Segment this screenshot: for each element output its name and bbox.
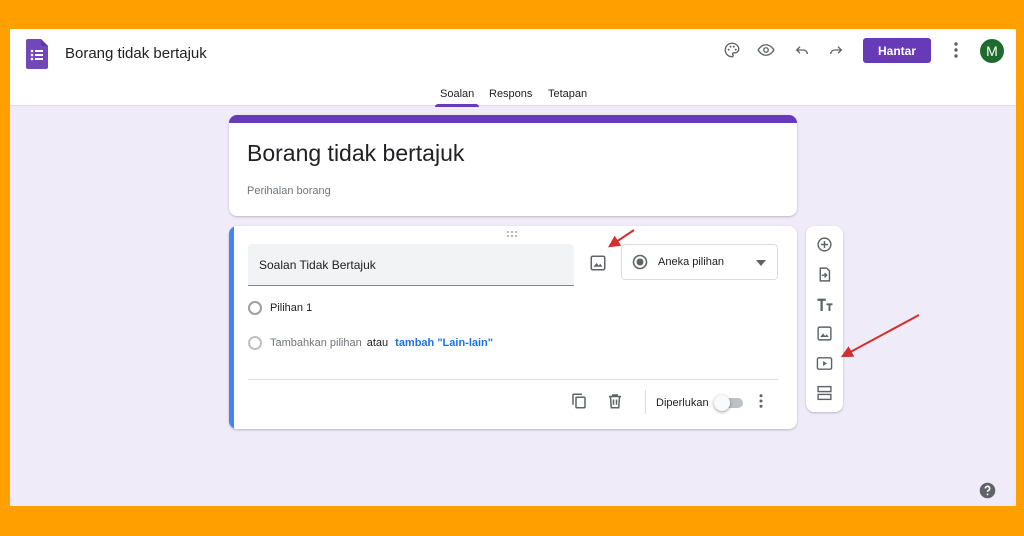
- avatar[interactable]: M: [980, 39, 1004, 63]
- tab-bar: Soalan Respons Tetapan: [10, 86, 1016, 107]
- more-vert-icon[interactable]: [752, 392, 770, 410]
- more-vert-icon[interactable]: [945, 39, 967, 61]
- palette-icon[interactable]: [721, 39, 743, 61]
- tab-tetapan[interactable]: Tetapan: [548, 88, 587, 106]
- delete-icon[interactable]: [606, 392, 624, 410]
- drag-handle-icon[interactable]: [506, 230, 520, 238]
- tab-respons[interactable]: Respons: [489, 88, 532, 106]
- question-title-input[interactable]: Soalan Tidak Bertajuk: [248, 244, 574, 286]
- form-title[interactable]: Borang tidak bertajuk: [247, 140, 464, 167]
- question-type-dropdown[interactable]: Aneka pilihan: [621, 244, 778, 280]
- redo-icon[interactable]: [825, 39, 847, 61]
- question-type-label: Aneka pilihan: [658, 256, 725, 268]
- add-option-field[interactable]: Tambahkan pilihan: [270, 337, 362, 349]
- duplicate-icon[interactable]: [570, 392, 588, 410]
- form-title-card[interactable]: Borang tidak bertajuk Perihalan borang: [229, 115, 797, 216]
- list-item: Pilihan 1: [248, 299, 312, 317]
- chevron-down-icon: [756, 260, 766, 266]
- radio-button-icon: [632, 254, 648, 270]
- radio-circle-icon: [248, 301, 262, 315]
- add-other-link[interactable]: tambah "Lain-lain": [395, 337, 493, 349]
- radio-circle-icon: [248, 336, 262, 350]
- add-section-icon[interactable]: [815, 383, 834, 402]
- help-icon[interactable]: [979, 482, 996, 499]
- divider: [248, 379, 778, 380]
- app-header: Borang tidak bertajuk Hantar M Soalan Re…: [10, 29, 1016, 107]
- add-question-icon[interactable]: [815, 235, 834, 254]
- import-questions-icon[interactable]: [815, 265, 834, 284]
- required-toggle[interactable]: [714, 395, 743, 411]
- add-option-row: Tambahkan pilihan atau tambah "Lain-lain…: [248, 334, 493, 352]
- google-forms-logo-icon[interactable]: [26, 39, 48, 69]
- question-card[interactable]: Soalan Tidak Bertajuk Aneka pilihan Pili…: [229, 226, 797, 429]
- forms-editor-window: Borang tidak bertajuk Hantar M Soalan Re…: [10, 29, 1016, 506]
- add-video-icon[interactable]: [815, 354, 834, 373]
- tab-soalan[interactable]: Soalan: [434, 88, 480, 107]
- image-icon[interactable]: [589, 254, 607, 272]
- or-text: atau: [366, 337, 389, 349]
- side-toolbar: [806, 226, 843, 412]
- form-description-field[interactable]: Perihalan borang: [247, 185, 331, 197]
- question-title-text: Soalan Tidak Bertajuk: [259, 258, 376, 272]
- divider: [645, 390, 646, 414]
- document-title[interactable]: Borang tidak bertajuk: [65, 45, 207, 62]
- eye-icon[interactable]: [755, 39, 777, 61]
- annotation-arrow-video: [840, 314, 920, 358]
- required-label: Diperlukan: [656, 397, 709, 409]
- undo-icon[interactable]: [791, 39, 813, 61]
- option-text[interactable]: Pilihan 1: [270, 302, 312, 314]
- add-image-icon[interactable]: [815, 324, 834, 343]
- add-title-icon[interactable]: [815, 295, 834, 314]
- send-button[interactable]: Hantar: [863, 38, 931, 63]
